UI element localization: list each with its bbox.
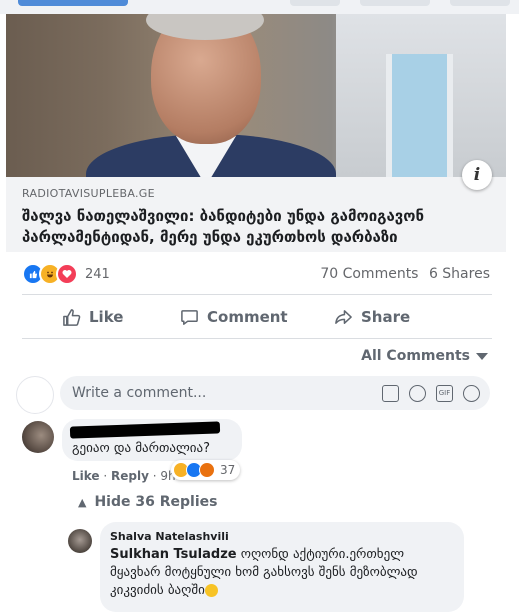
divider — [22, 338, 492, 339]
comment-icon — [181, 309, 198, 325]
shares-count-link[interactable]: 6 Shares — [429, 266, 490, 282]
comments-filter-label: All Comments — [361, 348, 470, 364]
background-door — [386, 54, 453, 177]
love-icon — [56, 263, 78, 285]
comment-label: Comment — [207, 308, 288, 326]
reaction-summary[interactable]: 241 — [22, 263, 110, 285]
link-headline[interactable]: შალვა ნათელაშვილი: ბანდიტები უნდა გამოიგ… — [22, 206, 492, 248]
top-tab-indicator — [18, 0, 128, 6]
thumbs-up-icon — [63, 308, 81, 326]
comment-meta: Like · Reply · 9h — [72, 469, 176, 483]
comment-reactions[interactable]: 37 — [171, 460, 241, 480]
comment-reaction-count: 37 — [220, 463, 236, 477]
hide-replies-link[interactable]: ▲ Hide 36 Replies — [78, 494, 217, 510]
angry-icon — [199, 462, 215, 478]
post-stats: 70 Comments 6 Shares — [314, 266, 490, 282]
top-tab-shape — [290, 0, 340, 6]
reply-author-name[interactable]: Shalva Natelashvili — [110, 530, 229, 543]
share-label: Share — [361, 308, 411, 326]
like-label: Like — [89, 308, 124, 326]
comment-text: გეიაო და მართალია? — [72, 441, 211, 456]
reply-text: Sulkhan Tsuladze ოღონდ აქტიური.ერთხელ მყ… — [110, 546, 455, 600]
info-icon[interactable]: i — [462, 160, 492, 190]
top-tab-shape — [360, 0, 430, 6]
emoji-icon[interactable] — [409, 384, 426, 402]
link-preview-image[interactable] — [6, 14, 506, 177]
camera-icon[interactable] — [382, 384, 399, 402]
current-user-avatar — [16, 376, 54, 414]
reply-mention[interactable]: Sulkhan Tsuladze — [110, 547, 237, 562]
gif-icon[interactable]: GIF — [436, 384, 453, 402]
comments-count-link[interactable]: 70 Comments — [320, 266, 418, 282]
chevron-up-icon: ▲ — [78, 495, 87, 509]
top-tab-shape — [450, 0, 510, 6]
hide-replies-label: Hide 36 Replies — [94, 494, 218, 510]
divider — [22, 294, 492, 295]
browser-top-strip — [0, 0, 519, 14]
write-comment-input[interactable]: Write a comment... GIF — [60, 376, 490, 410]
share-icon — [335, 309, 352, 324]
commenter-avatar[interactable] — [22, 421, 54, 453]
caret-down-icon — [476, 352, 488, 360]
share-button[interactable]: Share — [334, 306, 410, 328]
reply-author-avatar[interactable] — [68, 529, 92, 553]
reaction-count: 241 — [85, 266, 110, 282]
like-button[interactable]: Like — [62, 306, 123, 328]
comment-like-link[interactable]: Like — [72, 469, 100, 483]
write-comment-placeholder: Write a comment... — [72, 385, 207, 401]
link-source-domain: RADIOTAVISUPLEBA.GE — [22, 187, 155, 200]
smile-emoji-icon — [204, 584, 218, 597]
sticker-icon[interactable] — [463, 384, 480, 402]
comments-filter-dropdown[interactable]: All Comments — [361, 348, 488, 364]
comment-reply-link[interactable]: Reply — [111, 469, 149, 483]
comment-button[interactable]: Comment — [180, 306, 288, 328]
